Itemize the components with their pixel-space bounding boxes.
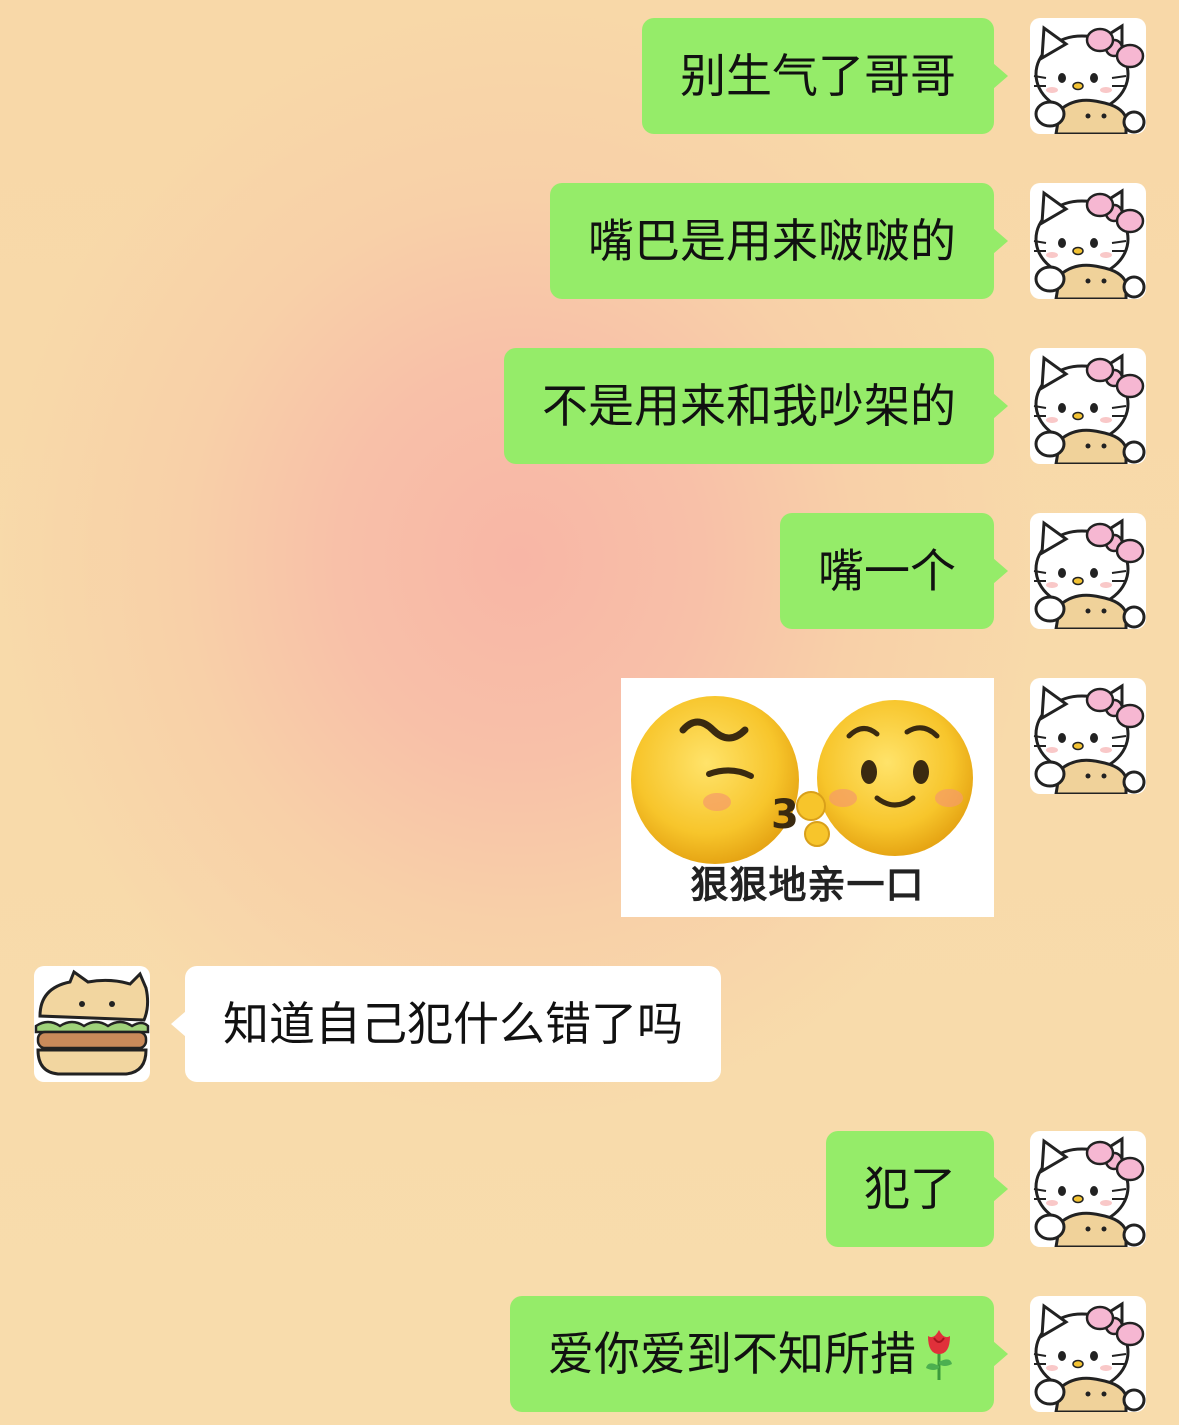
hello-kitty-avatar-icon: [1030, 1296, 1146, 1412]
message-text: 犯了: [864, 1162, 956, 1216]
other-avatar[interactable]: [34, 966, 150, 1082]
hello-kitty-avatar-icon: [1030, 183, 1146, 299]
message-bubble[interactable]: 知道自己犯什么错了吗: [171, 966, 721, 1082]
message-text: 不是用来和我吵架的: [542, 379, 956, 433]
hello-kitty-avatar-icon: [1030, 18, 1146, 134]
self-avatar[interactable]: [1030, 183, 1146, 299]
chat-message-out: 别生气了哥哥: [642, 18, 1008, 134]
hello-kitty-avatar-icon: [1030, 678, 1146, 794]
self-avatar[interactable]: [1030, 678, 1146, 794]
message-bubble[interactable]: 嘴一个: [780, 513, 1008, 629]
self-avatar[interactable]: [1030, 1131, 1146, 1247]
sticker-message[interactable]: 3 狠狠地亲一口: [621, 678, 994, 917]
message-bubble[interactable]: 嘴巴是用来啵啵的: [550, 183, 1008, 299]
self-avatar[interactable]: [1030, 18, 1146, 134]
self-avatar[interactable]: [1030, 513, 1146, 629]
message-text: 爱你爱到不知所措: [548, 1327, 916, 1381]
chat-message-out: 不是用来和我吵架的: [504, 348, 1008, 464]
message-text: 嘴一个: [818, 544, 956, 598]
chat-message-in: 知道自己犯什么错了吗: [171, 966, 721, 1082]
hello-kitty-avatar-icon: [1030, 348, 1146, 464]
message-text: 嘴巴是用来啵啵的: [588, 214, 956, 268]
chat-message-out: 爱你爱到不知所措: [510, 1296, 1008, 1412]
message-bubble[interactable]: 爱你爱到不知所措: [510, 1296, 1008, 1412]
chat-message-out: 犯了: [826, 1131, 1008, 1247]
self-avatar[interactable]: [1030, 1296, 1146, 1412]
message-bubble[interactable]: 不是用来和我吵架的: [504, 348, 1008, 464]
message-bubble[interactable]: 犯了: [826, 1131, 1008, 1247]
chat-message-out: 嘴巴是用来啵啵的: [550, 183, 1008, 299]
burger-bear-avatar-icon: [34, 966, 150, 1082]
chat-message-out: 嘴一个: [780, 513, 1008, 629]
message-bubble[interactable]: 别生气了哥哥: [642, 18, 1008, 134]
self-avatar[interactable]: [1030, 348, 1146, 464]
sticker-caption: 狠狠地亲一口: [690, 863, 925, 907]
message-text: 知道自己犯什么错了吗: [223, 997, 683, 1051]
hello-kitty-avatar-icon: [1030, 513, 1146, 629]
hello-kitty-avatar-icon: [1030, 1131, 1146, 1247]
rose-emoji-icon: [926, 1330, 952, 1380]
message-text: 别生气了哥哥: [680, 49, 956, 103]
svg-text:3: 3: [771, 792, 799, 838]
